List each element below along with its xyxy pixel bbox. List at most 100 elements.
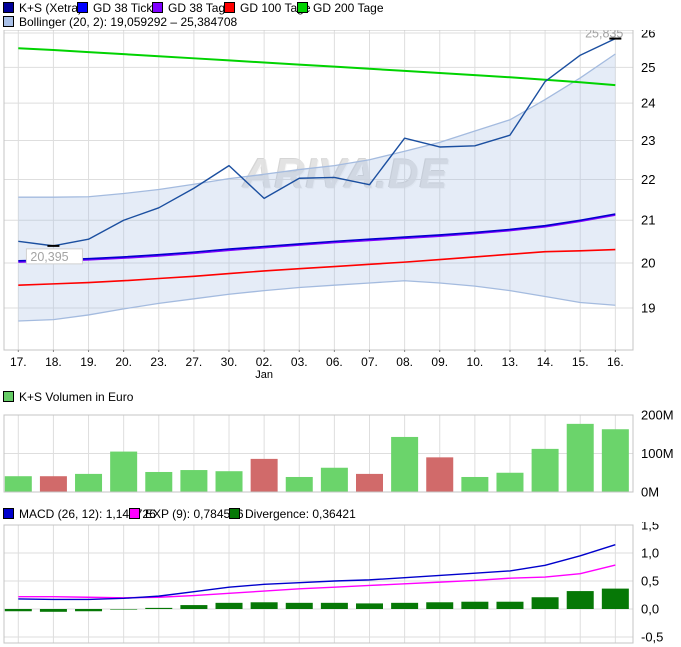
divergence-bar — [75, 609, 102, 611]
divergence-bar — [216, 603, 243, 609]
divergence-bar — [426, 602, 453, 609]
series-swatch — [3, 2, 14, 13]
legend-item: Divergence: 0,36421 — [229, 508, 356, 521]
high-value-label: 25,835 — [585, 30, 623, 41]
divergence-bar — [40, 609, 67, 612]
volume-bar — [356, 474, 383, 492]
y-axis-label: -0,5 — [641, 630, 663, 645]
volume-bar — [180, 470, 207, 492]
legend-label: GD 38 Ticks — [93, 1, 158, 15]
price-chart-svg: 20,39525,8352625242322212019 — [0, 30, 681, 352]
series-swatch — [3, 391, 14, 402]
legend-label: K+S (Xetra) — [19, 1, 82, 15]
x-axis-label: 19. — [71, 355, 107, 369]
x-axis-label: 07. — [352, 355, 388, 369]
divergence-bar — [532, 597, 559, 609]
y-axis-label: 0,0 — [641, 602, 659, 617]
y-axis-label: 200M — [641, 408, 674, 423]
volume-bar — [251, 459, 278, 492]
legend-item: GD 38 Tage — [152, 2, 232, 15]
series-swatch — [152, 2, 163, 13]
volume-bar — [75, 474, 102, 492]
divergence-bar — [251, 602, 278, 609]
x-axis-label: 03. — [281, 355, 317, 369]
volume-bar — [145, 472, 172, 492]
legend-item-bollinger: Bollinger (20, 2): 19,059292 – 25,384708 — [3, 16, 237, 29]
series-swatch — [77, 2, 88, 13]
legend-label: GD 38 Tage — [168, 1, 232, 15]
x-axis-month-label: Jan — [246, 369, 282, 381]
divergence-bar — [602, 589, 629, 609]
volume-bar — [602, 429, 629, 492]
volume-bar — [532, 449, 559, 492]
legend-item-volume: K+S Volumen in Euro — [3, 391, 133, 404]
volume-bar — [496, 473, 523, 492]
volume-bar — [5, 476, 32, 492]
divergence-bar — [286, 603, 313, 609]
macd-chart-svg: 1,5 1,0 0,5 0,0 -0,5 — [0, 522, 681, 647]
x-axis-label: 23. — [141, 355, 177, 369]
x-axis-label: 14. — [527, 355, 563, 369]
divergence-bar — [391, 603, 418, 609]
y-axis-label: 25 — [641, 60, 655, 75]
x-axis-label: 08. — [387, 355, 423, 369]
series-swatch — [129, 508, 140, 519]
legend-label: K+S Volumen in Euro — [19, 390, 133, 404]
plot-border — [4, 525, 633, 643]
volume-bar — [216, 471, 243, 492]
legend-item: GD 200 Tage — [297, 2, 384, 15]
volume-bar — [391, 437, 418, 492]
x-axis-label: 20. — [106, 355, 142, 369]
y-axis-label: 0M — [641, 485, 659, 500]
volume-bar — [567, 424, 594, 492]
divergence-bar — [567, 591, 594, 609]
series-swatch — [297, 2, 308, 13]
divergence-bar — [461, 602, 488, 609]
y-axis-label: 26 — [641, 30, 655, 41]
legend-label: Divergence: 0,36421 — [245, 507, 356, 521]
divergence-bar — [110, 609, 137, 610]
x-axis-label: 30. — [211, 355, 247, 369]
y-axis-label: 21 — [641, 213, 655, 228]
volume-bar — [286, 477, 313, 492]
divergence-bar — [145, 608, 172, 609]
volume-bar — [321, 468, 348, 492]
series-swatch — [3, 508, 14, 519]
legend-item: K+S (Xetra) — [3, 2, 82, 15]
x-axis-label: 27. — [176, 355, 212, 369]
series-line-gd-200-tage — [18, 48, 615, 85]
x-axis-label: 17. — [0, 355, 36, 369]
divergence-bar — [321, 603, 348, 609]
legend-item: EXP (9): 0,784516 — [129, 508, 244, 521]
series-swatch — [224, 2, 235, 13]
volume-bar — [110, 452, 137, 492]
divergence-bar — [180, 605, 207, 609]
x-axis-label: 09. — [422, 355, 458, 369]
volume-bar — [426, 457, 453, 492]
x-axis-label: 06. — [316, 355, 352, 369]
legend-label: GD 200 Tage — [313, 1, 384, 15]
volume-bar — [461, 477, 488, 492]
x-axis-label: 02. — [246, 355, 282, 369]
series-swatch — [3, 16, 14, 27]
y-axis-label: 1,0 — [641, 546, 659, 561]
y-axis-label: 19 — [641, 300, 655, 315]
series-swatch — [229, 508, 240, 519]
divergence-bar — [356, 603, 383, 609]
divergence-bar — [496, 602, 523, 609]
y-axis-label: 22 — [641, 172, 655, 187]
y-axis-label: 0,5 — [641, 574, 659, 589]
y-axis-label: 23 — [641, 133, 655, 148]
legend-item: GD 38 Ticks — [77, 2, 158, 15]
x-axis-label: 10. — [457, 355, 493, 369]
x-axis-label: 16. — [597, 355, 633, 369]
legend-label: Bollinger (20, 2): 19,059292 – 25,384708 — [19, 15, 237, 29]
y-axis-label: 20 — [641, 256, 655, 271]
y-axis-label: 1,5 — [641, 522, 659, 533]
x-axis-label: 13. — [492, 355, 528, 369]
volume-chart-svg: 200M 100M 0M — [0, 408, 681, 502]
y-axis-label: 100M — [641, 446, 674, 461]
x-axis-label: 15. — [562, 355, 598, 369]
low-value-label: 20,395 — [30, 250, 68, 264]
stock-chart-page: K+S (Xetra) GD 38 Ticks GD 38 Tage GD 10… — [0, 0, 681, 647]
